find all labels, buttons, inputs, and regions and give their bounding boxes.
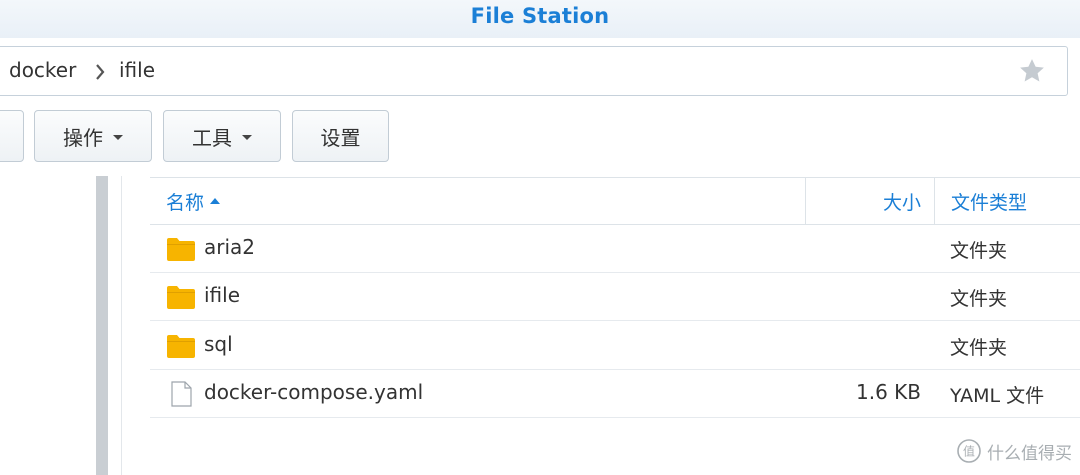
action-menu-label: 操作 <box>63 125 103 150</box>
toolbar: 操作 工具 设置 <box>0 110 1080 162</box>
file-name: ifile <box>204 283 241 307</box>
window-title: File Station <box>470 4 610 28</box>
settings-label: 设置 <box>320 125 361 150</box>
star-icon[interactable] <box>1017 56 1047 86</box>
watermark-text: 什么值得买 <box>987 443 1072 464</box>
column-header-type[interactable]: 文件类型 <box>934 178 1080 224</box>
breadcrumb-ifile[interactable]: ifile <box>119 58 155 82</box>
file-table: 名称 大小 文件类型 aria2 文件夹 ifile 文件夹 sql 文件夹 d… <box>150 177 1080 475</box>
tools-menu-label: 工具 <box>192 125 232 150</box>
left-pane-scrollbar-thumb[interactable] <box>96 176 108 475</box>
table-header: 名称 大小 文件类型 <box>150 177 1080 225</box>
caret-down-icon <box>113 134 123 140</box>
file-name: docker-compose.yaml <box>204 380 424 404</box>
path-bar[interactable]: docker ifile <box>0 46 1068 96</box>
file-name: aria2 <box>204 235 256 259</box>
file-type: YAML 文件 <box>950 385 1045 407</box>
watermark: 值 什么值得买 <box>957 437 1072 465</box>
column-header-type-label: 文件类型 <box>951 191 1028 214</box>
table-row[interactable]: docker-compose.yaml 1.6 KB YAML 文件 <box>150 370 1080 418</box>
table-row[interactable]: aria2 文件夹 <box>150 225 1080 273</box>
file-icon <box>171 381 192 407</box>
file-type: 文件夹 <box>950 288 1008 310</box>
sort-ascending-icon <box>210 198 221 204</box>
folder-icon <box>167 335 195 358</box>
file-type: 文件夹 <box>950 337 1008 359</box>
tools-menu-button[interactable]: 工具 <box>163 110 281 162</box>
action-menu-button[interactable]: 操作 <box>34 110 152 162</box>
title-bar: File Station <box>0 0 1080 38</box>
svg-text:值: 值 <box>963 444 975 459</box>
column-header-name-label: 名称 <box>166 191 205 214</box>
smzdm-logo-icon: 值 <box>957 439 981 463</box>
breadcrumb-docker[interactable]: docker <box>9 58 76 82</box>
folder-icon <box>167 238 195 261</box>
file-size: 1.6 KB <box>856 380 921 404</box>
file-type: 文件夹 <box>950 240 1008 262</box>
column-header-name[interactable]: 名称 <box>166 178 221 224</box>
caret-down-icon <box>242 134 252 140</box>
chevron-right-icon <box>96 64 105 80</box>
folder-icon <box>167 286 195 309</box>
column-header-size[interactable]: 大小 <box>805 178 935 224</box>
toolbar-button-partial[interactable] <box>0 110 24 162</box>
settings-button[interactable]: 设置 <box>292 110 389 162</box>
column-header-size-label: 大小 <box>882 191 921 214</box>
table-row[interactable]: ifile 文件夹 <box>150 273 1080 321</box>
table-row[interactable]: sql 文件夹 <box>150 322 1080 370</box>
file-name: sql <box>204 332 233 356</box>
